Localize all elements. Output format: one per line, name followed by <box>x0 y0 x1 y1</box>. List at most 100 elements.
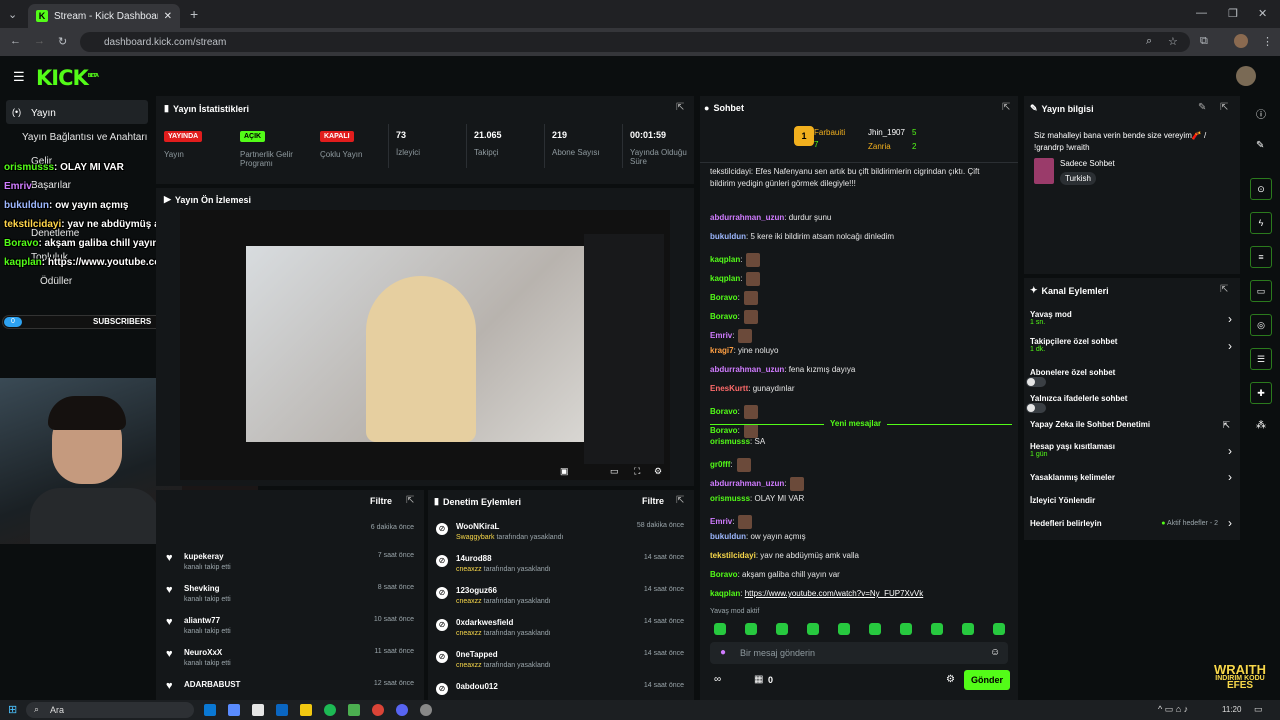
discord-icon[interactable] <box>396 704 408 716</box>
action-account-age[interactable]: Hesap yaşı kısıtlaması 1 gün › <box>1030 442 1234 466</box>
chat-message[interactable]: abdurrahman_uzun: fena kızmış dayıya <box>710 364 1010 383</box>
extensions-icon[interactable]: ⧉ <box>1200 35 1208 48</box>
sidebar-item-stream[interactable]: Yayın <box>31 108 56 119</box>
address-bar[interactable]: dashboard.kick.com/stream <box>80 32 1190 52</box>
emote-button[interactable] <box>714 623 726 635</box>
emote-button[interactable] <box>962 623 974 635</box>
windows-start-icon[interactable]: ⊞ <box>8 703 17 716</box>
emotes-only-toggle[interactable] <box>1026 403 1046 413</box>
file-explorer-icon[interactable] <box>300 704 312 716</box>
pencil-icon[interactable]: ✎ <box>1256 140 1264 151</box>
app-icon[interactable] <box>228 704 240 716</box>
chat-message[interactable]: Boravo: <box>710 307 1010 326</box>
send-button[interactable]: Gönder <box>964 670 1010 690</box>
chat-message[interactable]: bukuldun: 5 kere iki bildirim atsam nolc… <box>710 231 1010 250</box>
emote-button[interactable] <box>869 623 881 635</box>
list-item[interactable]: ⊘ 0neTapped cneaxzz tarafından yasakland… <box>428 644 694 676</box>
taskbar-search[interactable]: ⌕ Ara <box>26 702 194 718</box>
spotify-icon[interactable] <box>324 704 336 716</box>
user-avatar[interactable] <box>1236 66 1256 86</box>
maximize-icon[interactable]: ❐ <box>1228 7 1238 20</box>
edit-icon[interactable]: ✎ <box>1198 102 1206 113</box>
expand-icon[interactable]: ⇱ <box>1220 102 1228 113</box>
action-banned-words[interactable]: Yasaklanmış kelimeler › <box>1030 470 1234 489</box>
app-icon[interactable] <box>420 704 432 716</box>
leader-name[interactable]: Jhin_1907 <box>868 128 905 137</box>
fullscreen-icon[interactable]: ⛶ <box>634 466 640 477</box>
hamburger-menu-icon[interactable]: ☰ <box>13 69 25 85</box>
filter-button[interactable]: Filtre <box>642 496 664 506</box>
chat-message[interactable]: Boravo: <box>710 288 1010 307</box>
chat-settings-icon[interactable]: ⚙ <box>946 674 955 685</box>
emote-button[interactable] <box>993 623 1005 635</box>
gift-icon[interactable]: ▦ <box>754 674 763 685</box>
kick-logo[interactable]: KICKBETA <box>36 66 99 90</box>
chat-input[interactable]: ● Bir mesaj gönderin ☺ <box>710 642 1008 664</box>
action-ai-moderation[interactable]: Yapay Zeka ile Sohbet Denetimi ⇱ <box>1030 420 1234 436</box>
chat-message[interactable]: orismusss: OLAY MI VAR <box>710 493 1010 512</box>
list-item[interactable]: ♥ kupekeray kanalı takip etti 7 saat önc… <box>156 546 424 578</box>
document-icon[interactable]: ≡ <box>1250 246 1272 268</box>
close-tab-icon[interactable]: ✕ <box>164 11 172 22</box>
list-item[interactable]: ♥ NeuroXxX kanalı takip etti 11 saat önc… <box>156 642 424 674</box>
preview-video[interactable]: ▣ ▭ ⛶ ⚙ <box>180 210 670 480</box>
chat-message[interactable]: bukuldun: ow yayın açmış <box>710 531 1010 550</box>
filter-button[interactable]: Filtre <box>370 496 392 506</box>
store-icon[interactable] <box>252 704 264 716</box>
subscribers-only-toggle[interactable] <box>1026 377 1046 387</box>
category-name[interactable]: Sadece Sohbet <box>1060 159 1115 168</box>
forward-icon[interactable]: → <box>34 35 45 47</box>
app-icon[interactable] <box>348 704 360 716</box>
leader-name[interactable]: Zanria <box>868 142 891 151</box>
notification-icon[interactable]: ▭ <box>1254 704 1263 715</box>
emote-button[interactable] <box>776 623 788 635</box>
chat-message[interactable]: Boravo: akşam galiba chill yayın var <box>710 569 1010 588</box>
people-icon[interactable]: ⁂ <box>1256 420 1266 431</box>
expand-icon[interactable]: ⇱ <box>676 495 684 506</box>
browser-menu-icon[interactable]: ⋮ <box>1262 35 1273 48</box>
settings-gear-icon[interactable]: ⚙ <box>654 466 662 477</box>
chat-message[interactable]: kaqplan: https://www.youtube.com/watch?v… <box>710 588 1010 607</box>
chat-message[interactable]: Emriv: <box>710 326 1010 345</box>
expand-icon[interactable]: ⇱ <box>1220 284 1228 295</box>
theater-icon[interactable]: ▭ <box>610 466 619 477</box>
sidebar-item-rewards[interactable]: Ödüller <box>40 276 72 287</box>
camera-switch-icon[interactable]: ⊙ <box>1250 178 1272 200</box>
minimize-icon[interactable]: — <box>1196 7 1207 19</box>
browser-tab[interactable]: K Stream - Kick Dashboard ✕ <box>28 4 180 28</box>
edge-icon[interactable] <box>204 704 216 716</box>
profile-avatar[interactable] <box>1234 34 1248 48</box>
chat-message[interactable]: gr0fff: <box>710 455 1010 474</box>
new-tab-icon[interactable]: + <box>190 6 198 22</box>
emote-button[interactable] <box>807 623 819 635</box>
list-item[interactable]: ♥ Shevking kanalı takip etti 8 saat önce <box>156 578 424 610</box>
lightning-icon[interactable]: ϟ <box>1250 212 1272 234</box>
emote-button[interactable] <box>931 623 943 635</box>
action-raid[interactable]: İzleyici Yönlendir <box>1030 496 1234 512</box>
chat-message[interactable]: kaqplan: <box>710 269 1010 288</box>
expand-icon[interactable]: ⇱ <box>406 495 414 506</box>
expand-icon[interactable]: ⇱ <box>1002 102 1010 113</box>
mail-icon[interactable] <box>276 704 288 716</box>
bookmark-star-icon[interactable]: ☆ <box>1168 35 1178 48</box>
back-icon[interactable]: ← <box>10 35 21 47</box>
action-slow-mode[interactable]: Yavaş mod 1 sn. › <box>1030 310 1234 334</box>
tray-icons[interactable]: ^ ▭ ⌂ ♪ <box>1158 704 1188 715</box>
list-item[interactable]: ♥ aliantw77 kanalı takip etti 10 saat ön… <box>156 610 424 642</box>
channel-points-icon[interactable]: ∞ <box>714 674 721 685</box>
list-item[interactable]: ⊘ 14urod88 cneaxzz tarafından yasaklandı… <box>428 548 694 580</box>
tab-list-icon[interactable]: ⌄ <box>8 8 17 21</box>
expand-icon[interactable]: ⇱ <box>676 102 684 113</box>
chat-message[interactable]: Emriv: <box>710 512 1010 531</box>
tools-icon[interactable]: ✚ <box>1250 382 1272 404</box>
chat-message[interactable]: abdurrahman_uzun: <box>710 474 1010 493</box>
chat-icon[interactable]: ▭ <box>1250 280 1272 302</box>
sidebar-item-stream-key[interactable]: Yayın Bağlantısı ve Anahtarı <box>22 132 147 143</box>
chat-message[interactable]: tekstilcidayi: yav ne abdüymüş amk valla <box>710 550 1010 569</box>
action-set-goals[interactable]: Hedefleri belirleyin ● Aktif hedefler - … <box>1030 516 1234 535</box>
list-icon[interactable]: ☰ <box>1250 348 1272 370</box>
zoom-icon[interactable]: ⌕ <box>1146 35 1152 48</box>
emote-button[interactable] <box>838 623 850 635</box>
chat-message[interactable]: kaqplan: <box>710 250 1010 269</box>
emote-button[interactable] <box>900 623 912 635</box>
